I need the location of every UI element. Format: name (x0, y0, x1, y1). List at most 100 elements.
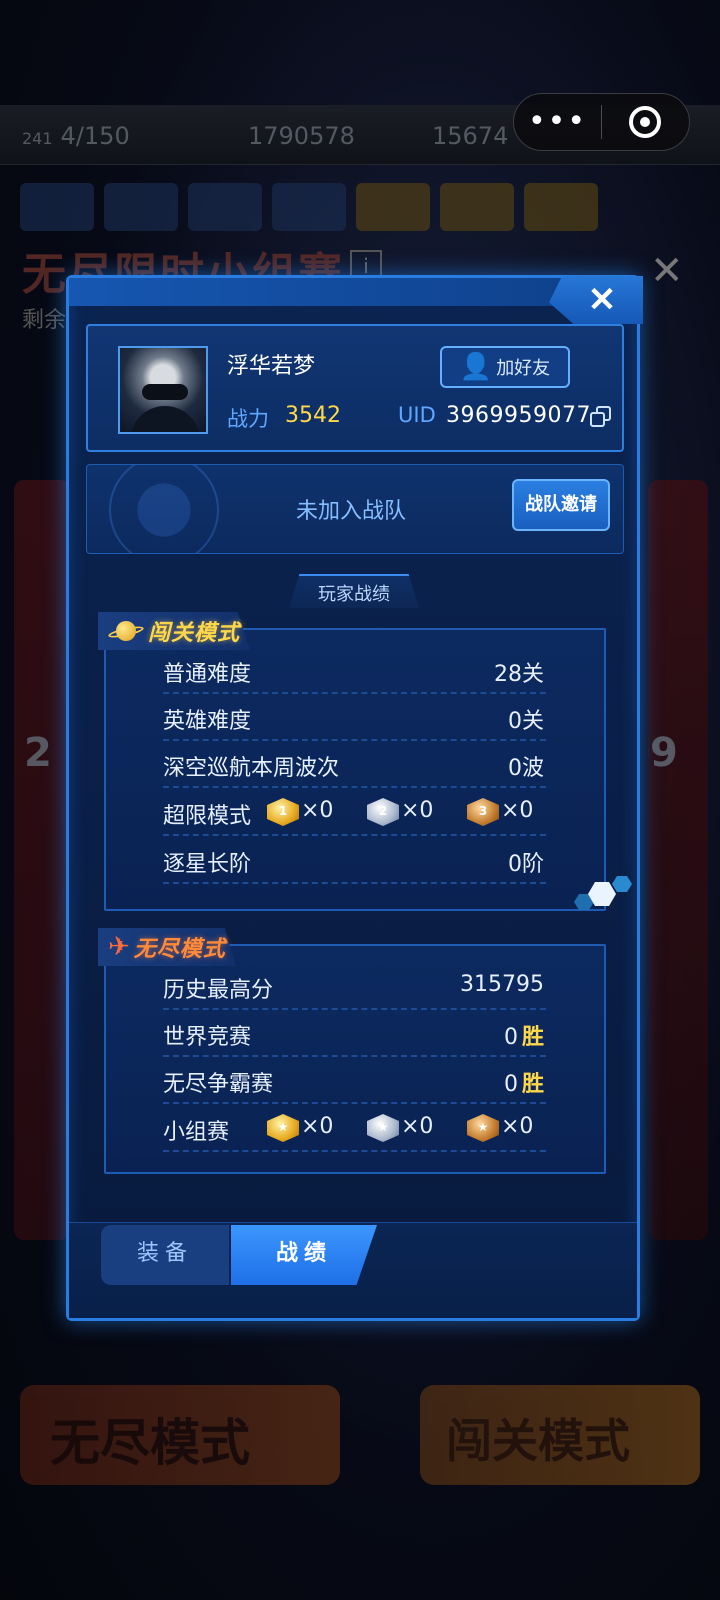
star-medal-icon: ★ (367, 1114, 399, 1142)
campaign-mode-tag: 闯关模式 (98, 612, 251, 650)
group-badge-gold: ★ ×0 (267, 1108, 367, 1148)
bottom-tab-bar: 装备 战绩 (69, 1222, 637, 1318)
stat-row: 无尽争霸赛 0胜 (163, 1060, 546, 1104)
limit-badge-silver: 2 ×0 (367, 792, 467, 832)
stat-label: 超限模式 (163, 804, 252, 829)
stat-value: 0阶 (508, 852, 544, 877)
planet-icon (107, 619, 145, 643)
limit-mode-row: 超限模式 1 ×0 2 ×0 3 ×0 (163, 792, 546, 836)
stat-value: 0关 (508, 709, 544, 734)
stat-row: 世界竞赛 0胜 (163, 1013, 546, 1057)
background-left-card: 2 (14, 480, 70, 1240)
stat-value: 315795 (460, 972, 544, 997)
player-info-modal: ✕ 浮华若梦 战力 3542 👤 加好友 UID 3969959077 未加入战… (66, 275, 643, 1321)
background-feature-icon (356, 183, 430, 231)
star-medal-icon: ★ (467, 1114, 499, 1142)
endless-mode-tag: ✈ 无尽模式 (98, 928, 236, 966)
profile-card: 浮华若梦 战力 3542 👤 加好友 UID 3969959077 (86, 324, 624, 452)
avatar[interactable] (118, 346, 208, 434)
limit-badges: 1 ×0 2 ×0 3 ×0 (267, 792, 567, 832)
endless-mode-panel: ✈ 无尽模式 历史最高分 315795 世界竞赛 0胜 无尽争霸赛 0胜 小组赛… (98, 928, 606, 1174)
background-endless-mode-button: 无尽模式 (20, 1385, 340, 1485)
stat-row: 历史最高分 315795 (163, 966, 546, 1010)
target-ring (629, 106, 662, 138)
team-invite-button[interactable]: 战队邀请 (512, 479, 610, 531)
endless-mode-title: 无尽模式 (133, 937, 226, 962)
tab-records[interactable]: 战绩 (231, 1225, 377, 1285)
medal-icon: 1 (267, 798, 299, 826)
miniprogram-capsule: ••• (513, 93, 690, 151)
stat-value: 28关 (494, 662, 544, 687)
badge-count: ×0 (301, 1114, 334, 1139)
medal-icon: 2 (367, 798, 399, 826)
stat-row: 逐星长阶 0阶 (163, 840, 546, 884)
background-feature-icon (524, 183, 598, 231)
medal-icon: 3 (467, 798, 499, 826)
stat-label: 英雄难度 (163, 709, 252, 734)
add-user-icon: 👤 (459, 352, 493, 382)
hexagon-decoration-icon (574, 876, 634, 916)
stat-label: 深空巡航本周波次 (163, 756, 340, 781)
uid-label: UID (398, 403, 436, 427)
stat-label: 小组赛 (163, 1120, 230, 1145)
close-target-icon[interactable] (602, 106, 689, 138)
group-badges: ★ ×0 ★ ×0 ★ ×0 (267, 1108, 567, 1148)
background-stat-level: 241 4/150 (22, 122, 130, 150)
badge-count: ×0 (401, 798, 434, 823)
badge-count: ×0 (501, 1114, 534, 1139)
power-value: 3542 (285, 403, 341, 428)
stat-label: 无尽争霸赛 (163, 1072, 274, 1097)
campaign-mode-title: 闯关模式 (148, 621, 241, 646)
campaign-mode-panel: 闯关模式 普通难度 28关 英雄难度 0关 深空巡航本周波次 0波 超限模式 1… (98, 612, 606, 911)
stat-row: 英雄难度 0关 (163, 697, 546, 741)
star-medal-icon: ★ (267, 1114, 299, 1142)
background-right-card: 9 (648, 480, 708, 1240)
background-campaign-mode-button: 闯关模式 (420, 1385, 700, 1485)
background-right-digit: 9 (650, 730, 678, 776)
background-stat-gems: 15674 (432, 122, 509, 150)
stat-row: 深空巡航本周波次 0波 (163, 744, 546, 788)
win-badge: 胜 (521, 1072, 544, 1097)
stat-row: 普通难度 28关 (163, 650, 546, 694)
more-dots-icon[interactable]: ••• (514, 93, 601, 151)
limit-badge-bronze: 3 ×0 (467, 792, 567, 832)
fighter-jet-icon: ✈ (108, 932, 130, 962)
background-stat-prefix: 241 (22, 129, 53, 148)
background-subtitle: 剩余 (22, 308, 67, 333)
add-friend-label: 加好友 (496, 358, 551, 379)
background-feature-icons (20, 183, 598, 231)
stat-label: 世界竞赛 (163, 1025, 252, 1050)
background-feature-icon (188, 183, 262, 231)
stat-label: 普通难度 (163, 662, 252, 687)
team-card: 未加入战队 战队邀请 (86, 464, 624, 554)
avatar-body (130, 406, 200, 432)
stat-label: 逐星长阶 (163, 852, 252, 877)
background-stat-coins: 1790578 (248, 122, 355, 150)
stat-label: 历史最高分 (163, 978, 274, 1003)
badge-count: ×0 (401, 1114, 434, 1139)
team-status: 未加入战队 (296, 499, 407, 524)
player-name: 浮华若梦 (227, 354, 316, 379)
power-label: 战力 (227, 407, 269, 431)
stat-value: 0波 (508, 756, 544, 781)
stat-value: 0胜 (503, 1025, 544, 1050)
group-badge-bronze: ★ ×0 (467, 1108, 567, 1148)
background-stat-value: 4/150 (60, 122, 130, 150)
background-feature-icon (440, 183, 514, 231)
team-emblem-icon (109, 465, 219, 553)
uid-value: 3969959077 (446, 403, 591, 428)
badge-count: ×0 (501, 798, 534, 823)
limit-badge-gold: 1 ×0 (267, 792, 367, 832)
copy-icon[interactable] (590, 406, 612, 428)
background-left-digit: 2 (24, 730, 52, 776)
add-friend-button[interactable]: 👤 加好友 (440, 346, 570, 388)
tab-equipment[interactable]: 装备 (101, 1225, 229, 1285)
background-feature-icon (104, 183, 178, 231)
background-close-icon: ✕ (650, 248, 684, 294)
background-feature-icon (20, 183, 94, 231)
group-stage-row: 小组赛 ★ ×0 ★ ×0 ★ ×0 (163, 1108, 546, 1152)
group-badge-silver: ★ ×0 (367, 1108, 467, 1148)
background-feature-icon (272, 183, 346, 231)
avatar-visor (142, 384, 188, 400)
close-button[interactable]: ✕ (549, 276, 643, 324)
